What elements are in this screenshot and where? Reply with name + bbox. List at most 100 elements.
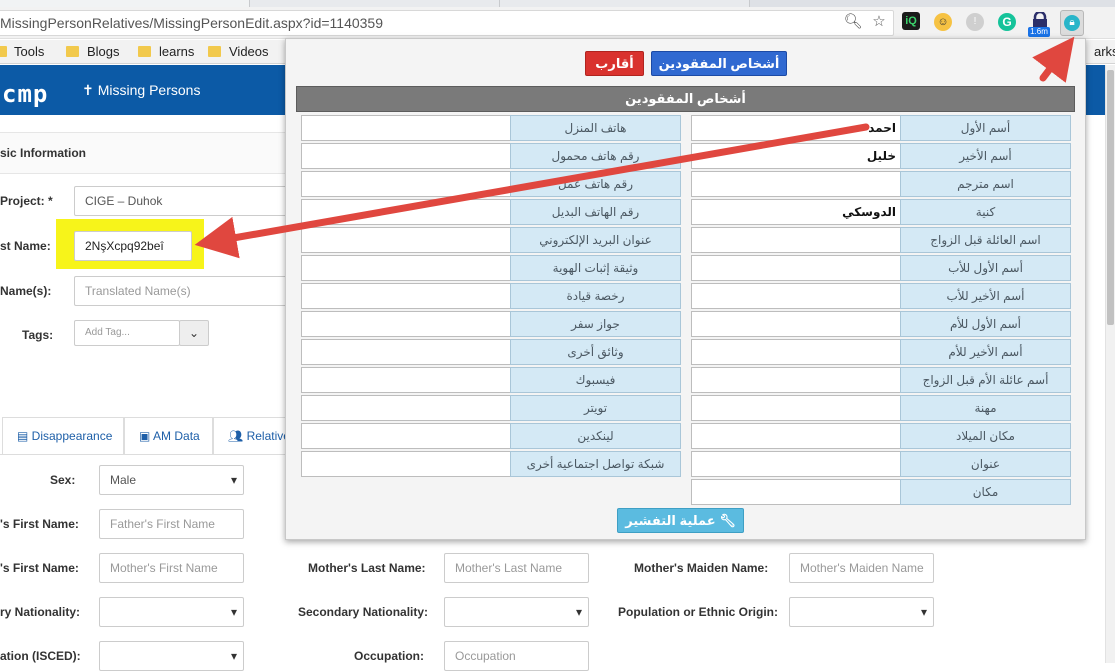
folder-icon [0, 46, 7, 57]
tags-field[interactable]: Add Tag... [74, 320, 180, 346]
left-field-input[interactable] [301, 115, 511, 141]
right-field-input[interactable] [691, 255, 901, 281]
mothers-first-name-field[interactable]: Mother's First Name [99, 553, 244, 583]
sex-select[interactable]: Male [99, 465, 244, 495]
left-field-input[interactable] [301, 311, 511, 337]
tab-disappearance[interactable]: ▤ Disappearance [2, 417, 124, 455]
mothers-first-name-label: 's First Name: [0, 561, 79, 575]
tab-am-data[interactable]: ▣ AM Data [124, 417, 213, 455]
right-field-input[interactable] [691, 283, 901, 309]
left-field-input[interactable] [301, 283, 511, 309]
mothers-maiden-name-label: Mother's Maiden Name: [634, 561, 769, 575]
sex-label: Sex: [50, 473, 76, 487]
right-field-input[interactable]: الدوسكي [691, 199, 901, 225]
tab-label: Disappearance [31, 429, 113, 443]
primary-nationality-select[interactable] [99, 597, 244, 627]
left-field-input[interactable] [301, 227, 511, 253]
right-field-input[interactable] [691, 451, 901, 477]
extension-lock-icon[interactable] [1030, 12, 1050, 28]
right-field-label: اسم العائلة قبل الزواج [900, 227, 1071, 253]
right-field-input[interactable] [691, 395, 901, 421]
primary-nationality-label: ry Nationality: [0, 605, 81, 619]
mothers-last-name-field[interactable]: Mother's Last Name [444, 553, 589, 583]
extension-iq-icon[interactable]: iQ [902, 12, 920, 30]
extension-disabled-icon[interactable]: ! [966, 13, 984, 31]
right-field-input[interactable]: خليل [691, 143, 901, 169]
fathers-first-name-label: 's First Name: [0, 517, 79, 531]
folder-icon [208, 46, 221, 57]
first-name-field[interactable]: 2NşXcpq92beî [74, 231, 192, 261]
left-field-label: رخصة قيادة [510, 283, 681, 309]
decrypt-button-label: عملية التفشير [625, 513, 716, 528]
mothers-maiden-name-field[interactable]: Mother's Maiden Name [789, 553, 934, 583]
browser-tab[interactable] [500, 0, 750, 7]
right-field-input[interactable] [691, 479, 901, 505]
right-field-input[interactable] [691, 367, 901, 393]
right-field-label: كنية [900, 199, 1071, 225]
secondary-nationality-select[interactable] [444, 597, 589, 627]
wrench-icon: 🔧︎ [715, 513, 736, 528]
translated-name-field[interactable]: Translated Name(s) [74, 276, 290, 306]
left-field-label: تويتر [510, 395, 681, 421]
decrypt-extension-button[interactable]: 🔒︎ [1060, 10, 1084, 36]
right-field-label: عنوان [900, 451, 1071, 477]
left-field-label: شبكة تواصل اجتماعية أخرى [510, 451, 681, 477]
right-field-input[interactable] [691, 339, 901, 365]
left-field-input[interactable] [301, 143, 511, 169]
left-field-input[interactable] [301, 255, 511, 281]
left-field-input[interactable] [301, 367, 511, 393]
right-field-label: أسم الأخير للأم [900, 339, 1071, 365]
ethnic-origin-select[interactable] [789, 597, 934, 627]
bookmark-videos[interactable]: Videos [208, 44, 269, 60]
zoom-icon[interactable]: 🔍︎ [843, 12, 863, 32]
right-field-input[interactable]: احمد [691, 115, 901, 141]
right-field-input[interactable] [691, 311, 901, 337]
secondary-nationality-label: Secondary Nationality: [298, 605, 429, 619]
first-name-label: st Name: [0, 239, 51, 253]
education-label: ation (ISCED): [0, 649, 81, 663]
right-field-input[interactable] [691, 423, 901, 449]
tab-label: AM Data [153, 429, 200, 443]
folder-icon [138, 46, 151, 57]
browser-tab[interactable] [250, 0, 500, 7]
app-logo[interactable]: cmp [2, 80, 48, 108]
right-field-label: اسم مترجم [900, 171, 1071, 197]
project-field[interactable]: CIGE – Duhok [74, 186, 290, 216]
other-bookmarks[interactable]: arks [1094, 44, 1115, 59]
decrypt-button[interactable]: 🔧︎ عملية التفشير [617, 508, 744, 533]
nav-missing-persons[interactable]: ✝ Missing Persons [82, 82, 200, 99]
tabs-divider [0, 454, 290, 455]
occupation-label: Occupation: [354, 649, 425, 663]
right-field-input[interactable] [691, 171, 901, 197]
tags-dropdown-button[interactable]: ⌄ [179, 320, 209, 346]
bookmark-learns[interactable]: learns [138, 44, 194, 60]
relatives-button[interactable]: أقارب [585, 51, 644, 76]
star-icon[interactable]: ☆ [869, 12, 889, 32]
id-card-icon: ▤ [17, 429, 32, 443]
fathers-first-name-field[interactable]: Father's First Name [99, 509, 244, 539]
right-field-input[interactable] [691, 227, 901, 253]
tab-relatives[interactable]: 👥︎ Relative [213, 417, 293, 455]
occupation-field[interactable]: Occupation [444, 641, 589, 671]
right-field-label: أسم الأول [900, 115, 1071, 141]
scrollbar-thumb[interactable] [1107, 70, 1114, 325]
left-field-input[interactable] [301, 199, 511, 225]
translated-name-label: Name(s): [0, 284, 52, 298]
missing-persons-button[interactable]: أشخاص المفقودين [651, 51, 787, 76]
browser-tab[interactable] [0, 0, 250, 7]
bookmark-folder[interactable] [0, 44, 15, 60]
bookmark-tools[interactable]: Tools [14, 44, 44, 60]
education-select[interactable] [99, 641, 244, 671]
left-field-input[interactable] [301, 451, 511, 477]
grammarly-icon[interactable]: G [998, 13, 1016, 31]
left-field-input[interactable] [301, 423, 511, 449]
right-field-label: أسم الأخير للأب [900, 283, 1071, 309]
chevron-down-icon: ⌄ [188, 326, 200, 340]
left-field-input[interactable] [301, 171, 511, 197]
left-field-input[interactable] [301, 395, 511, 421]
bookmark-label: learns [159, 44, 195, 59]
left-field-input[interactable] [301, 339, 511, 365]
extension-emoji-icon[interactable]: ☺ [934, 13, 952, 31]
project-label: Project: * [0, 194, 53, 208]
bookmark-blogs[interactable]: Blogs [66, 44, 120, 60]
